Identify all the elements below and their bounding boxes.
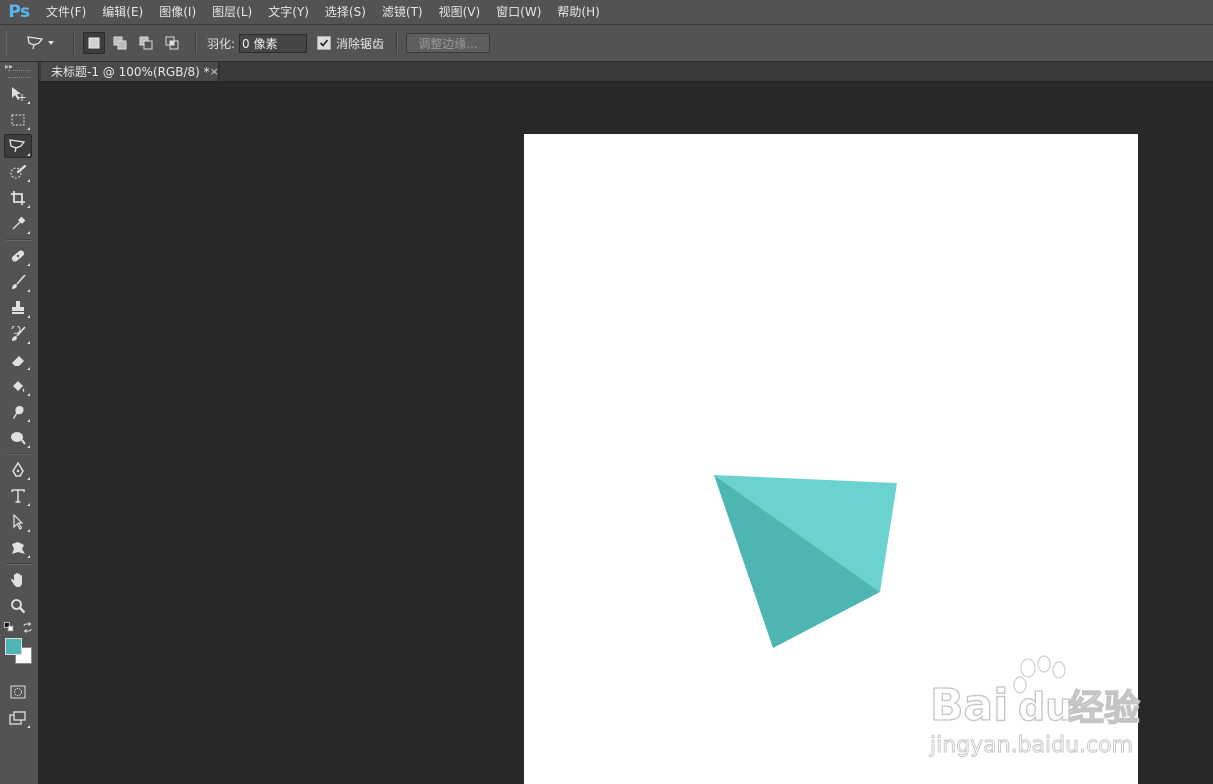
crop-tool-icon xyxy=(11,191,25,205)
polygonal-lasso-tool-icon xyxy=(9,139,26,153)
brush-tool-icon xyxy=(12,274,26,289)
add-to-selection-button[interactable] xyxy=(109,32,131,54)
custom-shape-tool[interactable] xyxy=(4,536,32,560)
menu-image[interactable]: 图像(I) xyxy=(151,0,204,24)
intersect-selection-button[interactable] xyxy=(161,32,183,54)
new-selection-button[interactable] xyxy=(83,32,105,54)
subtract-from-selection-icon xyxy=(139,36,153,50)
document-tab-bar: 未标题-1 @ 100%(RGB/8) * × xyxy=(39,62,1213,82)
antialias-checkbox[interactable]: 消除锯齿 xyxy=(317,35,384,52)
blur-tool-icon xyxy=(13,406,24,419)
menu-help[interactable]: 帮助(H) xyxy=(549,0,607,24)
tools-separator xyxy=(6,453,32,455)
eyedropper-tool[interactable] xyxy=(4,212,32,236)
tools-separator xyxy=(6,563,32,565)
menu-view[interactable]: 视图(V) xyxy=(431,0,489,24)
quick-mask-icon xyxy=(10,685,26,699)
blur-tool[interactable] xyxy=(4,400,32,424)
screen-mode-icon xyxy=(9,711,26,725)
clone-stamp-tool-icon xyxy=(12,301,24,314)
quick-selection-tool[interactable] xyxy=(4,160,32,184)
eyedropper-tool-icon xyxy=(12,216,26,230)
feather-label: 羽化: xyxy=(207,36,236,51)
type-tool[interactable] xyxy=(4,484,32,508)
paint-bucket-tool[interactable] xyxy=(4,374,32,398)
options-grip[interactable] xyxy=(6,31,13,55)
refine-edge-button[interactable]: 调整边缘... xyxy=(406,33,491,53)
antialias-checkbox-box[interactable] xyxy=(317,36,332,50)
intersect-selection-icon xyxy=(165,36,179,50)
tools-panel-grip[interactable] xyxy=(8,70,30,78)
default-colors-icon[interactable] xyxy=(4,622,14,632)
zoom-tool-icon xyxy=(11,599,26,614)
document-tab[interactable]: 未标题-1 @ 100%(RGB/8) * × xyxy=(41,62,219,81)
eraser-tool-icon xyxy=(12,356,24,366)
antialias-label: 消除锯齿 xyxy=(336,36,385,51)
clone-stamp-tool[interactable] xyxy=(4,296,32,320)
history-brush-tool-icon xyxy=(11,326,26,341)
menu-filter[interactable]: 滤镜(T) xyxy=(374,0,431,24)
photoshop-logo[interactable]: Ps xyxy=(0,2,38,22)
eraser-tool[interactable] xyxy=(4,348,32,372)
paint-bucket-tool-icon xyxy=(13,381,25,392)
tool-preset-picker[interactable] xyxy=(25,30,65,56)
crop-tool[interactable] xyxy=(4,186,32,210)
pen-tool-icon xyxy=(12,462,24,477)
color-swatches xyxy=(0,622,38,678)
watermark-brand-suffix: du xyxy=(1018,685,1072,729)
dodge-tool-icon xyxy=(11,432,26,445)
new-selection-icon xyxy=(88,37,100,49)
move-tool-icon xyxy=(12,87,26,101)
options-separator xyxy=(73,32,75,54)
subtract-from-selection-button[interactable] xyxy=(135,32,157,54)
options-bar: 羽化: 消除锯齿 调整边缘... xyxy=(0,25,1213,62)
brush-tool[interactable] xyxy=(4,270,32,294)
quick-mask-button[interactable] xyxy=(4,680,32,704)
healing-brush-tool-icon xyxy=(11,250,25,262)
checkmark-icon xyxy=(319,39,329,47)
menu-select[interactable]: 选择(S) xyxy=(317,0,374,24)
menu-edit[interactable]: 编辑(E) xyxy=(94,0,151,24)
marquee-tool-icon xyxy=(11,114,25,126)
menu-file[interactable]: 文件(F) xyxy=(38,0,94,24)
close-icon[interactable]: × xyxy=(210,65,219,78)
path-selection-tool-icon xyxy=(13,514,24,530)
quick-selection-tool-icon xyxy=(10,164,27,179)
menu-window[interactable]: 窗口(W) xyxy=(488,0,549,24)
feather-input[interactable] xyxy=(239,33,308,53)
menu-bar: Ps 文件(F) 编辑(E) 图像(I) 图层(L) 文字(Y) 选择(S) 滤… xyxy=(0,0,1213,25)
hand-tool-icon xyxy=(11,573,22,587)
menu-layer[interactable]: 图层(L) xyxy=(204,0,260,24)
healing-brush-tool[interactable] xyxy=(4,244,32,268)
polygonal-lasso-tool[interactable] xyxy=(4,134,32,158)
zoom-tool[interactable] xyxy=(4,594,32,618)
custom-shape-tool-icon xyxy=(12,542,25,554)
options-separator xyxy=(195,32,197,54)
watermark-brand: Bai xyxy=(930,680,1008,731)
chevron-down-icon xyxy=(48,41,54,45)
tools-panel: ▸▸ xyxy=(0,62,39,784)
options-separator xyxy=(396,32,399,54)
polygonal-lasso-preset-icon xyxy=(27,36,44,50)
menu-type[interactable]: 文字(Y) xyxy=(260,0,317,24)
pen-tool[interactable] xyxy=(4,458,32,482)
path-selection-tool[interactable] xyxy=(4,510,32,534)
tools-separator xyxy=(6,239,32,241)
watermark-service: 经验 xyxy=(1068,688,1140,729)
move-tool[interactable] xyxy=(4,82,32,106)
watermark-url: jingyan.baidu.com xyxy=(929,733,1133,758)
dodge-tool[interactable] xyxy=(4,426,32,450)
hand-tool[interactable] xyxy=(4,568,32,592)
baidu-jingyan-watermark: Bai du 经验 jingyan.baidu.com xyxy=(929,655,1141,758)
screen-mode-button[interactable] xyxy=(4,706,32,730)
collapse-panel-icon[interactable]: ▸▸ xyxy=(0,62,38,71)
history-brush-tool[interactable] xyxy=(4,322,32,346)
swap-colors-icon[interactable] xyxy=(22,622,33,633)
foreground-color-swatch[interactable] xyxy=(5,638,22,655)
type-tool-icon xyxy=(11,489,25,503)
add-to-selection-icon xyxy=(113,36,127,50)
document-tab-title: 未标题-1 @ 100%(RGB/8) * xyxy=(51,65,210,79)
marquee-tool[interactable] xyxy=(4,108,32,132)
